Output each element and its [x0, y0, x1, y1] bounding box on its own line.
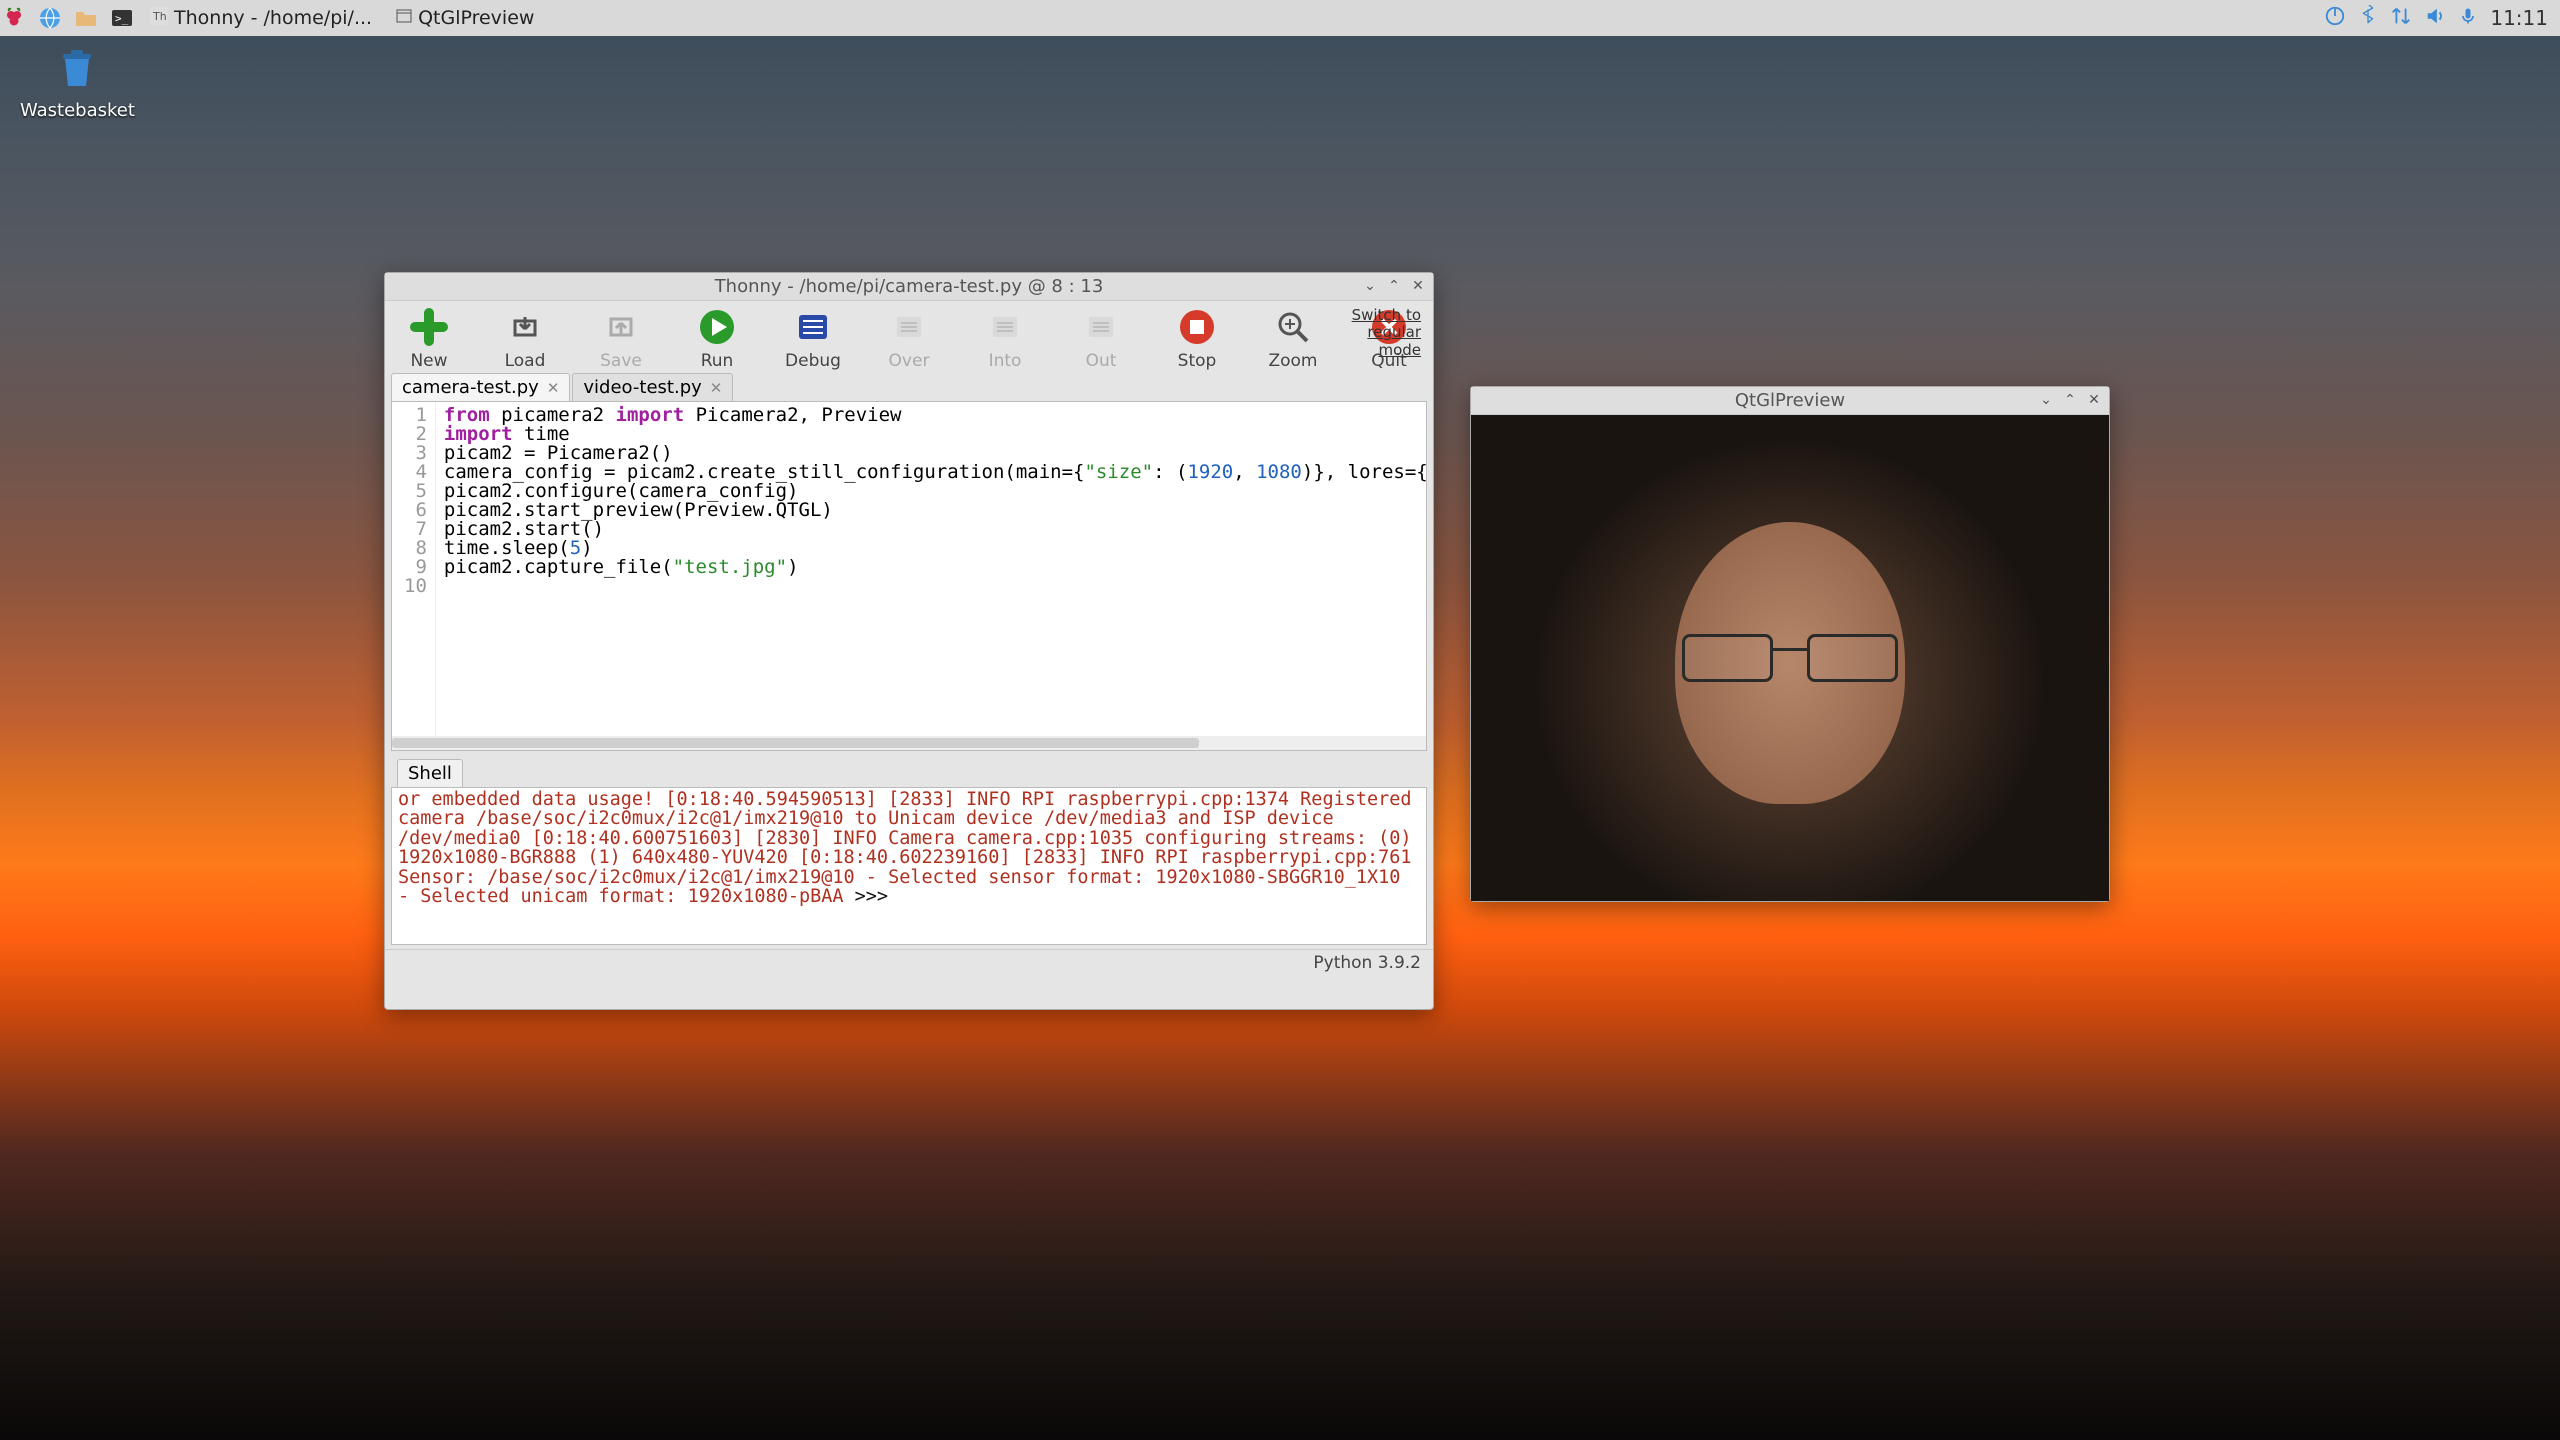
zoom-icon — [1271, 305, 1315, 349]
desktop-icon-wastebasket[interactable]: Wastebasket — [20, 40, 135, 121]
editor-hscrollbar[interactable] — [392, 736, 1426, 750]
save-icon — [599, 305, 643, 349]
web-browser-icon[interactable] — [36, 4, 64, 32]
maximize-icon[interactable]: ⌃ — [1385, 277, 1403, 295]
into-label: Into — [989, 351, 1022, 371]
load-label: Load — [505, 351, 546, 371]
qtglpreview-window: QtGlPreview ⌄ ⌃ ✕ — [1470, 386, 2110, 902]
line-gutter: 12345678910 — [392, 402, 436, 750]
stop-label: Stop — [1178, 351, 1217, 371]
into-icon — [983, 305, 1027, 349]
thonny-window: Thonny - /home/pi/camera-test.py @ 8 : 1… — [384, 272, 1434, 1010]
save-label: Save — [600, 351, 642, 371]
switch-mode-link[interactable]: Switch to regular mode — [1352, 307, 1421, 359]
shell-tab[interactable]: Shell — [397, 759, 463, 787]
code-editor[interactable]: 12345678910 from picamera2 import Picame… — [391, 401, 1427, 751]
thonny-title: Thonny - /home/pi/camera-test.py @ 8 : 1… — [715, 276, 1104, 297]
power-icon[interactable] — [2324, 5, 2346, 32]
tab-label: camera-test.py — [402, 377, 539, 398]
zoom-button[interactable]: Zoom — [1259, 305, 1327, 371]
task-thonny[interactable]: Th Thonny - /home/pi/... — [142, 4, 380, 33]
python-version-label: Python 3.9.2 — [1313, 953, 1421, 973]
tab-label: video-test.py — [583, 377, 701, 398]
shell-output[interactable]: or embedded data usage! [0:18:40.5945905… — [391, 787, 1427, 945]
new-icon — [407, 305, 451, 349]
new-button[interactable]: New — [395, 305, 463, 371]
over-button: Over — [875, 305, 943, 371]
tab-close-icon[interactable]: ✕ — [710, 379, 723, 397]
zoom-label: Zoom — [1268, 351, 1317, 371]
window-icon — [396, 7, 412, 29]
load-button[interactable]: Load — [491, 305, 559, 371]
stop-icon — [1175, 305, 1219, 349]
raspberry-menu-icon[interactable] — [0, 4, 28, 32]
over-icon — [887, 305, 931, 349]
save-button: Save — [587, 305, 655, 371]
editor-tab[interactable]: camera-test.py ✕ — [391, 373, 570, 401]
wastebasket-label: Wastebasket — [20, 100, 135, 121]
file-manager-icon[interactable] — [72, 4, 100, 32]
into-button: Into — [971, 305, 1039, 371]
code-area[interactable]: from picamera2 import Picamera2, Preview… — [436, 402, 1426, 750]
task-list: Th Thonny - /home/pi/... QtGlPreview — [142, 4, 542, 33]
shell-tab-label: Shell — [408, 763, 452, 784]
task-qtglpreview[interactable]: QtGlPreview — [388, 4, 542, 32]
stop-button[interactable]: Stop — [1163, 305, 1231, 371]
taskbar: >_ Th Thonny - /home/pi/... QtGlPreview … — [0, 0, 2560, 36]
svg-text:>_: >_ — [115, 12, 129, 25]
close-icon[interactable]: ✕ — [2085, 391, 2103, 409]
clock[interactable]: 11:11 — [2490, 6, 2548, 30]
minimize-icon[interactable]: ⌄ — [2037, 391, 2055, 409]
out-icon — [1079, 305, 1123, 349]
close-icon[interactable]: ✕ — [1409, 277, 1427, 295]
system-tray: 11:11 — [2324, 5, 2548, 32]
run-icon — [695, 305, 739, 349]
preview-titlebar[interactable]: QtGlPreview ⌄ ⌃ ✕ — [1471, 387, 2109, 415]
bluetooth-icon[interactable] — [2358, 5, 2378, 32]
task-thonny-label: Thonny - /home/pi/... — [174, 7, 372, 29]
load-icon — [503, 305, 547, 349]
minimize-icon[interactable]: ⌄ — [1361, 277, 1379, 295]
debug-button[interactable]: Debug — [779, 305, 847, 371]
preview-title: QtGlPreview — [1735, 390, 1845, 411]
mic-icon[interactable] — [2458, 5, 2478, 32]
maximize-icon[interactable]: ⌃ — [2061, 391, 2079, 409]
thonny-icon: Th — [150, 7, 168, 30]
out-label: Out — [1086, 351, 1117, 371]
run-button[interactable]: Run — [683, 305, 751, 371]
tab-close-icon[interactable]: ✕ — [547, 379, 560, 397]
run-label: Run — [701, 351, 734, 371]
debug-label: Debug — [785, 351, 841, 371]
thonny-toolbar: NewLoadSaveRunDebugOverIntoOutStopZoomQu… — [385, 301, 1433, 373]
status-bar: Python 3.9.2 — [385, 949, 1433, 975]
camera-preview — [1471, 415, 2109, 901]
shell-tabs: Shell — [391, 759, 1427, 787]
editor-tabs: camera-test.py ✕ video-test.py ✕ — [385, 373, 1433, 401]
out-button: Out — [1067, 305, 1135, 371]
volume-icon[interactable] — [2424, 5, 2446, 32]
network-icon[interactable] — [2390, 5, 2412, 32]
terminal-icon[interactable]: >_ — [108, 4, 136, 32]
svg-text:Th: Th — [152, 10, 167, 23]
trash-icon — [49, 40, 105, 96]
editor-tab[interactable]: video-test.py ✕ — [572, 373, 733, 401]
launcher-tray: >_ — [0, 4, 136, 32]
thonny-titlebar[interactable]: Thonny - /home/pi/camera-test.py @ 8 : 1… — [385, 273, 1433, 301]
new-label: New — [410, 351, 447, 371]
task-qtglpreview-label: QtGlPreview — [418, 7, 534, 29]
debug-icon — [791, 305, 835, 349]
over-label: Over — [889, 351, 930, 371]
